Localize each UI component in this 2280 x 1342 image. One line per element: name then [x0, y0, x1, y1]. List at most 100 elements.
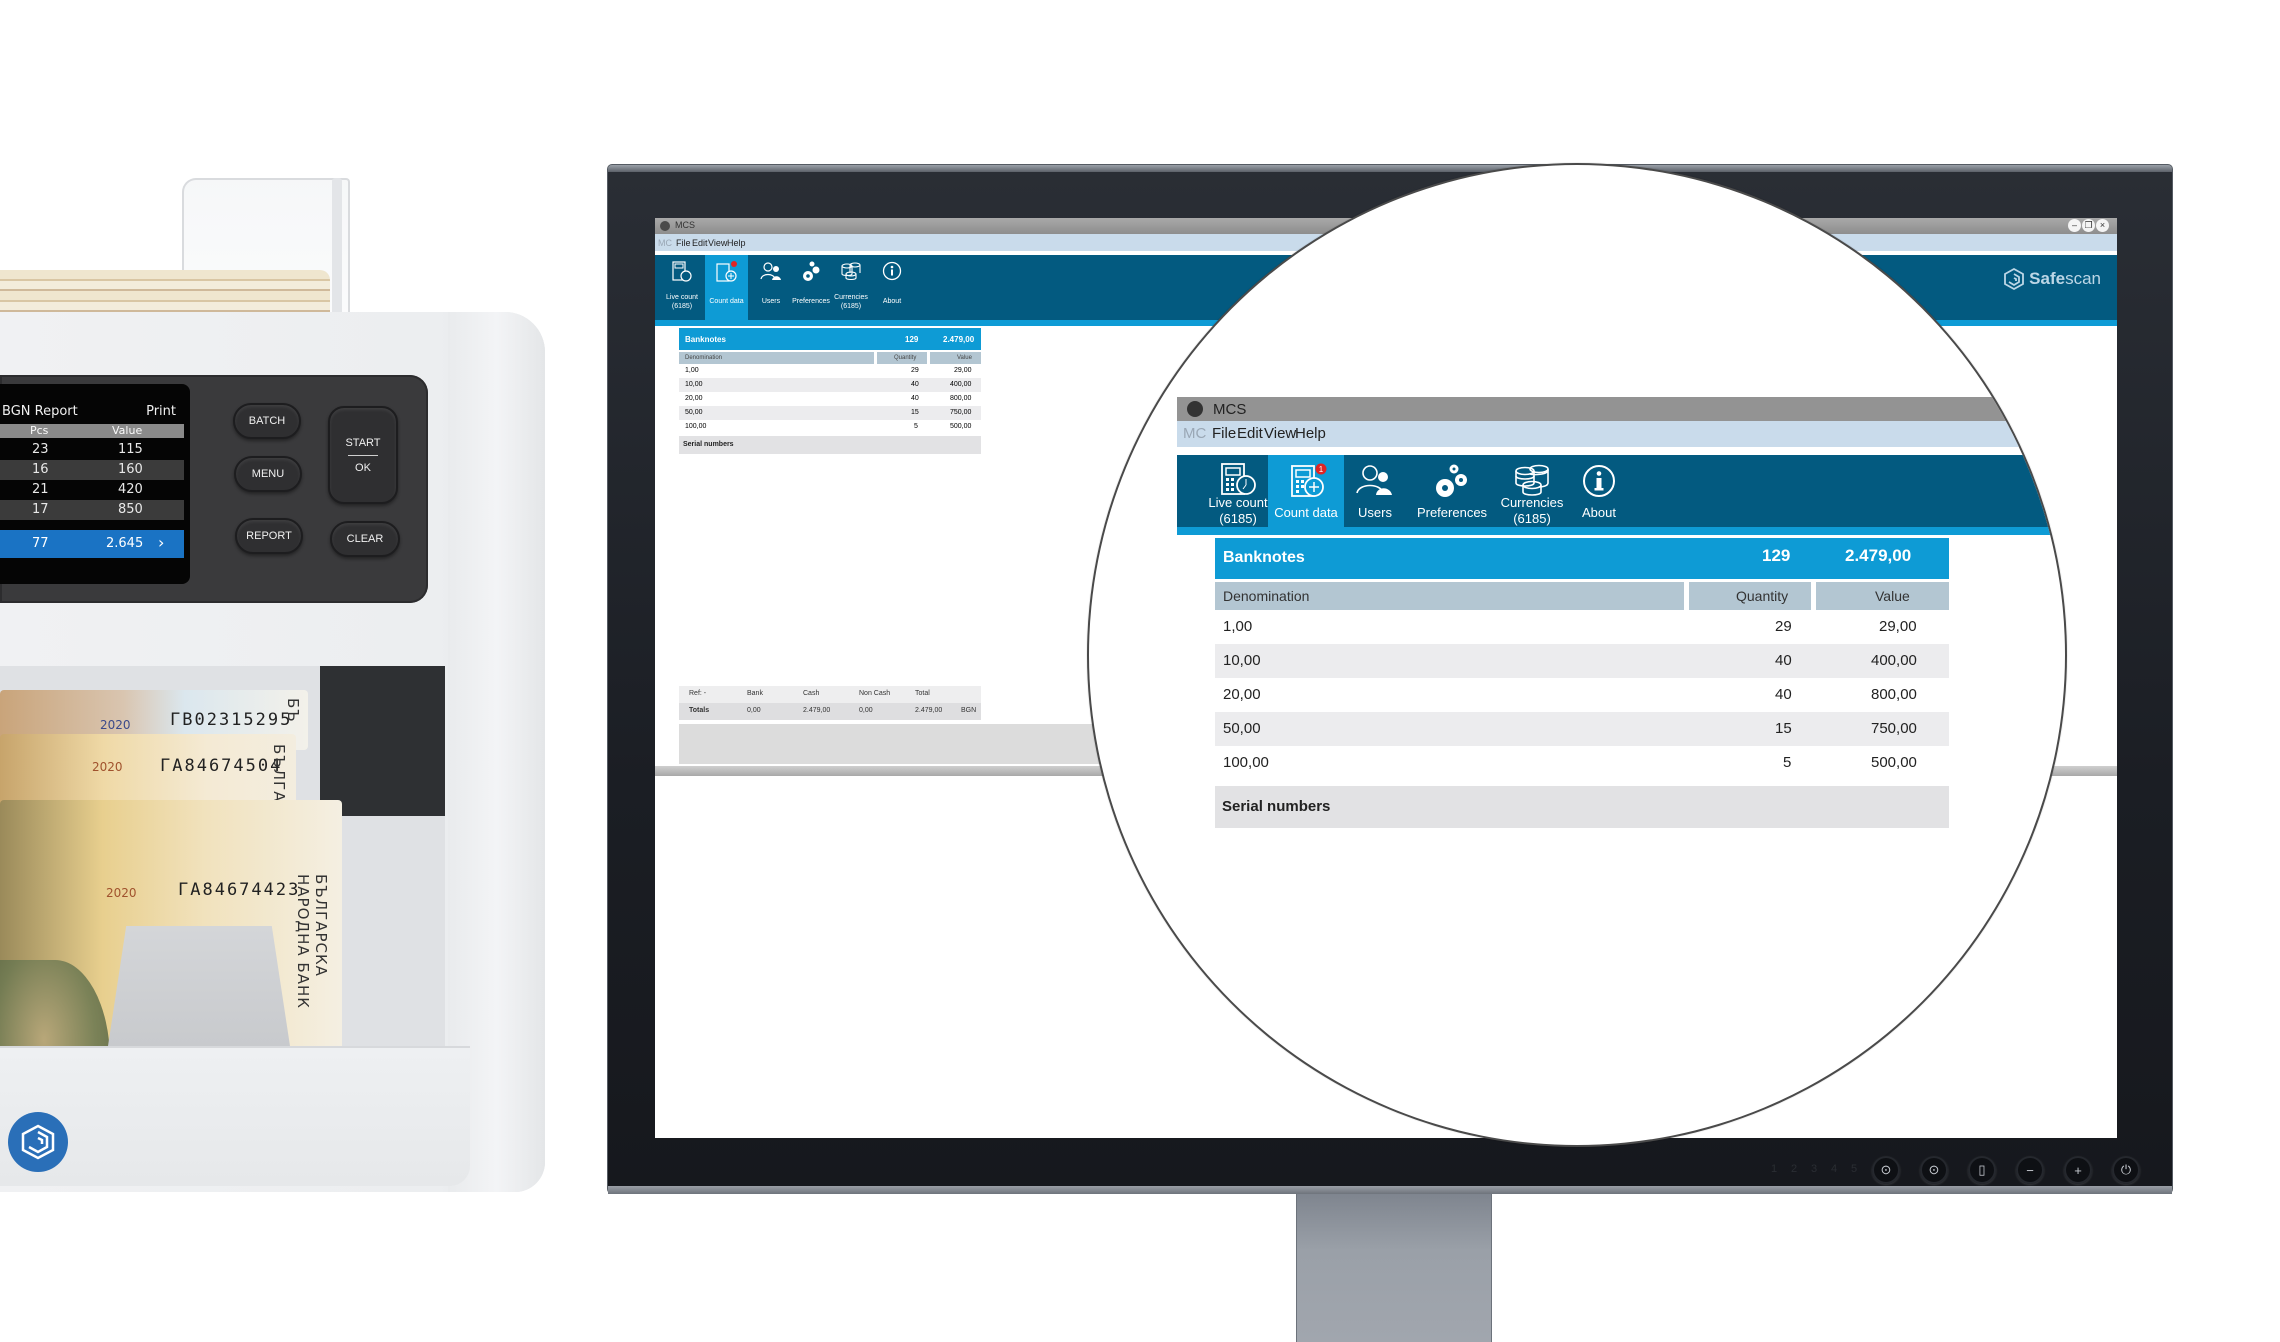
table-row[interactable]: 20,00 40 800,00: [1215, 678, 1949, 712]
value: 400,00: [950, 381, 972, 388]
denomination: 20,00: [685, 395, 703, 402]
value: 500,00: [1871, 754, 1917, 771]
table-row[interactable]: 10,00 40 400,00: [1215, 644, 1949, 678]
banknote-serial: ГА84674423: [178, 880, 301, 900]
banknotes-title: Banknotes: [1223, 549, 1305, 566]
tab-currencies[interactable]: Currencies (6185): [1497, 455, 1567, 527]
tab-count-data[interactable]: Count data: [705, 255, 748, 320]
col-value[interactable]: Value: [1875, 588, 1910, 604]
quantity: 15: [911, 409, 919, 416]
tab-label: About: [1582, 505, 1616, 520]
banknote-year: 2020: [92, 760, 123, 774]
banknotes-total-quantity: 129: [905, 335, 919, 344]
restore-button[interactable]: ❐: [2082, 219, 2095, 232]
tab-label: Count data: [709, 298, 744, 305]
minimize-button[interactable]: –: [2068, 219, 2081, 232]
tab-users[interactable]: Users: [751, 255, 791, 320]
denomination: 50,00: [1223, 720, 1261, 737]
ok-label: OK: [355, 461, 371, 474]
lcd-row: 21 420: [0, 480, 184, 500]
tab-count-data[interactable]: 1 Count data: [1268, 455, 1344, 527]
value: 750,00: [1871, 720, 1917, 737]
table-row[interactable]: 1,00 29 29,00: [1215, 610, 1949, 644]
tab-label: Count data: [1274, 505, 1338, 520]
plus-icon[interactable]: +: [2064, 1156, 2092, 1184]
batch-button[interactable]: BATCH: [233, 403, 301, 439]
col-denomination[interactable]: Denomination: [1223, 588, 1309, 604]
menu-view[interactable]: View: [1264, 425, 1296, 442]
tab-about[interactable]: About: [1567, 455, 1631, 527]
tab-users[interactable]: Users: [1346, 455, 1404, 527]
serial-numbers-label: Serial numbers: [1222, 798, 1331, 815]
monitor-stand: [1296, 1190, 1492, 1342]
denomination: 10,00: [685, 381, 703, 388]
table-row[interactable]: 10,00 40 400,00: [679, 378, 981, 392]
menu-edit[interactable]: Edit: [1237, 425, 1263, 442]
coins-stack-icon: [841, 262, 861, 281]
tab-live-count[interactable]: Live count (6185): [659, 255, 705, 320]
table-row[interactable]: 100,00 5 500,00: [1215, 746, 1949, 780]
app-logo-icon: [1187, 401, 1203, 417]
menu-mc[interactable]: MC: [658, 238, 672, 248]
safescan-badge-icon: [8, 1112, 68, 1172]
start-ok-button[interactable]: START OK: [328, 406, 398, 504]
tab-live-count[interactable]: Live count (6185): [1205, 455, 1271, 527]
input-right-icon[interactable]: ⊙: [1920, 1156, 1948, 1184]
banknote-year: 2020: [100, 718, 131, 732]
table-row[interactable]: 1,00 29 29,00: [679, 364, 981, 378]
feed-opening: [320, 666, 445, 816]
serial-numbers-section[interactable]: Serial numbers: [679, 436, 981, 454]
menu-help[interactable]: Help: [1295, 425, 1326, 442]
table-row[interactable]: 20,00 40 800,00: [679, 392, 981, 406]
totals-cash: 2.479,00: [803, 707, 831, 714]
menu-view[interactable]: View: [708, 238, 727, 248]
lcd-total-row: 77 2.645 ›: [0, 530, 184, 558]
minus-icon[interactable]: −: [2016, 1156, 2044, 1184]
banknotes-title: Banknotes: [685, 335, 726, 344]
tab-about[interactable]: About: [872, 255, 912, 320]
lcd-value: 115: [118, 442, 143, 457]
lcd-total-pcs: 77: [32, 536, 49, 551]
stacker-divider: [108, 926, 290, 1046]
calculator-plus-icon: 1: [1291, 463, 1327, 497]
table-row[interactable]: 100,00 5 500,00: [679, 420, 981, 434]
power-icon[interactable]: ⏻: [2112, 1156, 2140, 1184]
tab-currencies[interactable]: Currencies (6185): [830, 255, 872, 320]
menu-mc[interactable]: MC: [1183, 425, 1206, 442]
menu-icon[interactable]: ▯: [1968, 1156, 1996, 1184]
menu-file[interactable]: File: [1212, 425, 1236, 442]
report-button[interactable]: REPORT: [235, 518, 303, 554]
value: 500,00: [950, 423, 972, 430]
menu-help[interactable]: Help: [727, 238, 746, 248]
menu-edit[interactable]: Edit: [692, 238, 708, 248]
zoomed-title-bar: MCS: [1177, 397, 2065, 421]
tab-preferences[interactable]: Preferences: [1407, 455, 1497, 527]
table-row[interactable]: 50,00 15 750,00: [679, 406, 981, 420]
menu-glyph: ▯: [1978, 1162, 1986, 1177]
power-glyph: ⏻: [2120, 1162, 2132, 1177]
input-left-glyph: ⊙: [1880, 1162, 1892, 1177]
menu-file[interactable]: File: [676, 238, 691, 248]
tab-sublabel: (6185): [1513, 511, 1551, 526]
tab-preferences[interactable]: Preferences: [789, 255, 833, 320]
denomination: 10,00: [1223, 652, 1261, 669]
magnifier-lens: MCS MC File Edit View Help Live count (61…: [1087, 163, 2067, 1147]
clear-label: CLEAR: [346, 533, 384, 545]
clear-button[interactable]: CLEAR: [330, 521, 400, 557]
col-quantity[interactable]: Quantity: [1736, 588, 1788, 604]
tab-label: About: [882, 298, 902, 305]
table-header: Denomination Quantity Value: [679, 350, 981, 366]
serial-numbers-section[interactable]: Serial numbers: [1215, 786, 1949, 828]
start-label: START: [345, 436, 381, 449]
banknotes-total-value: 2.479,00: [943, 335, 975, 344]
tab-sublabel: (6185): [840, 303, 862, 310]
window-controls: – ❐ ×: [2068, 219, 2109, 232]
lcd-value: 850: [118, 502, 143, 517]
close-window-button[interactable]: ×: [2096, 219, 2109, 232]
batch-label: BATCH: [248, 415, 286, 427]
input-left-icon[interactable]: ⊙: [1872, 1156, 1900, 1184]
lcd-pcs: 17: [32, 502, 49, 517]
table-row[interactable]: 50,00 15 750,00: [1215, 712, 1949, 746]
banknotes-table: Banknotes 129 2.479,00 Denomination Quan…: [1215, 538, 1949, 828]
menu-button[interactable]: MENU: [234, 456, 302, 492]
